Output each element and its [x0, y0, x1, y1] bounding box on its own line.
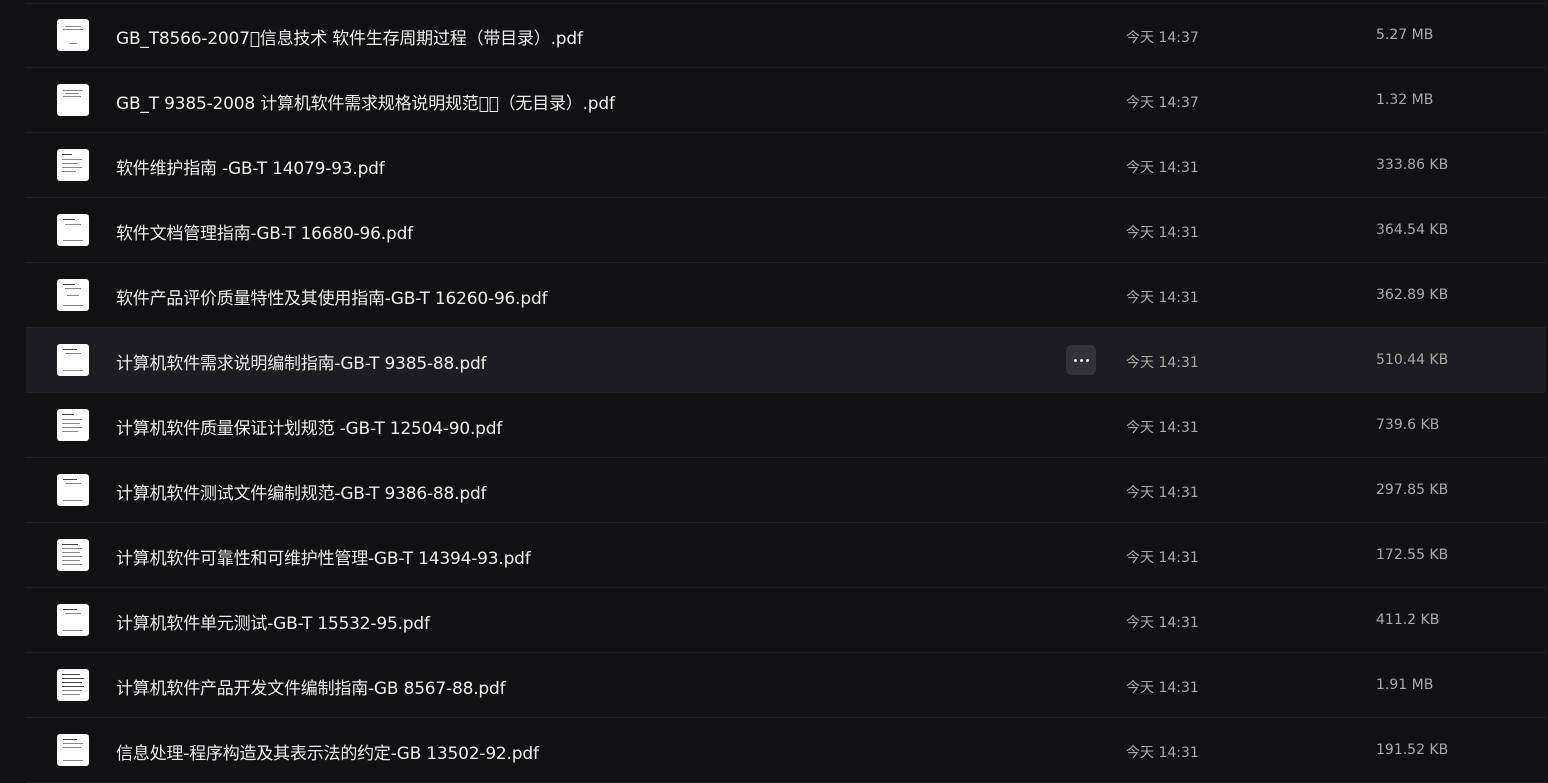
file-modified-time: 今天 14:31: [1126, 485, 1199, 501]
file-size: 5.27 MB: [1376, 27, 1434, 43]
file-size: 411.2 KB: [1376, 612, 1440, 628]
file-size: 333.86 KB: [1376, 157, 1449, 173]
file-size: 1.91 MB: [1376, 677, 1434, 693]
file-row[interactable]: 软件文档管理指南-GB-T 16680-96.pdf 今天 14:31 364.…: [26, 198, 1546, 263]
file-row[interactable]: 软件维护指南 -GB-T 14079-93.pdf 今天 14:31 333.8…: [26, 133, 1546, 198]
pdf-thumbnail-icon: [57, 19, 89, 51]
pdf-thumbnail-icon: [57, 214, 89, 246]
file-name[interactable]: 计算机软件可靠性和可维护性管理-GB-T 14394-93.pdf: [116, 544, 531, 569]
file-name[interactable]: GB_T 9385-2008 计算机软件需求规格说明规范  （无目录）.pdf: [116, 89, 615, 114]
file-modified-time: 今天 14:31: [1126, 420, 1199, 436]
file-row[interactable]: 计算机软件可靠性和可维护性管理-GB-T 14394-93.pdf 今天 14:…: [26, 523, 1546, 588]
file-name[interactable]: 计算机软件需求说明编制指南-GB-T 9385-88.pdf: [116, 349, 487, 374]
file-name[interactable]: 计算机软件质量保证计划规范 -GB-T 12504-90.pdf: [116, 414, 502, 439]
file-modified-time: 今天 14:31: [1126, 680, 1199, 696]
file-size: 364.54 KB: [1376, 222, 1449, 238]
pdf-thumbnail-icon: [57, 669, 89, 701]
file-row[interactable]: 信息处理-程序构造及其表示法的约定-GB 13502-92.pdf 今天 14:…: [26, 718, 1546, 783]
file-name[interactable]: 软件文档管理指南-GB-T 16680-96.pdf: [116, 219, 413, 244]
pdf-thumbnail-icon: [57, 84, 89, 116]
file-size: 739.6 KB: [1376, 417, 1440, 433]
file-name[interactable]: 软件维护指南 -GB-T 14079-93.pdf: [116, 154, 385, 179]
more-options-button[interactable]: [1066, 345, 1096, 375]
file-row[interactable]: 计算机软件产品开发文件编制指南-GB 8567-88.pdf 今天 14:31 …: [26, 653, 1546, 718]
file-row[interactable]: 计算机软件单元测试-GB-T 15532-95.pdf 今天 14:31 411…: [26, 588, 1546, 653]
file-modified-time: 今天 14:31: [1126, 615, 1199, 631]
pdf-thumbnail-icon: [57, 604, 89, 636]
file-size: 297.85 KB: [1376, 482, 1449, 498]
file-row[interactable]: GB_T8566-2007 信息技术 软件生存周期过程（带目录）.pdf 今天 …: [26, 3, 1546, 68]
file-modified-time: 今天 14:31: [1126, 290, 1199, 306]
pdf-thumbnail-icon: [57, 474, 89, 506]
file-size: 1.32 MB: [1376, 92, 1434, 108]
file-modified-time: 今天 14:37: [1126, 30, 1199, 46]
file-name[interactable]: 计算机软件测试文件编制规范-GB-T 9386-88.pdf: [116, 479, 487, 504]
file-size: 362.89 KB: [1376, 287, 1449, 303]
file-row[interactable]: 计算机软件质量保证计划规范 -GB-T 12504-90.pdf 今天 14:3…: [26, 393, 1546, 458]
more-horizontal-icon: [1073, 358, 1077, 362]
file-modified-time: 今天 14:31: [1126, 550, 1199, 566]
file-name[interactable]: 软件产品评价质量特性及其使用指南-GB-T 16260-96.pdf: [116, 284, 548, 309]
file-name[interactable]: GB_T8566-2007 信息技术 软件生存周期过程（带目录）.pdf: [116, 24, 583, 49]
file-size: 191.52 KB: [1376, 742, 1449, 758]
file-modified-time: 今天 14:31: [1126, 225, 1199, 241]
pdf-thumbnail-icon: [57, 409, 89, 441]
file-modified-time: 今天 14:31: [1126, 745, 1199, 761]
file-row[interactable]: 软件产品评价质量特性及其使用指南-GB-T 16260-96.pdf 今天 14…: [26, 263, 1546, 328]
file-list: GB_T8566-2007 信息技术 软件生存周期过程（带目录）.pdf 今天 …: [26, 3, 1546, 783]
pdf-thumbnail-icon: [57, 734, 89, 766]
pdf-thumbnail-icon: [57, 344, 89, 376]
file-name[interactable]: 信息处理-程序构造及其表示法的约定-GB 13502-92.pdf: [116, 739, 539, 764]
file-size: 172.55 KB: [1376, 547, 1449, 563]
file-row-hovered[interactable]: 计算机软件需求说明编制指南-GB-T 9385-88.pdf 今天 14:31 …: [26, 328, 1546, 393]
file-name[interactable]: 计算机软件产品开发文件编制指南-GB 8567-88.pdf: [116, 674, 506, 699]
file-row[interactable]: GB_T 9385-2008 计算机软件需求规格说明规范  （无目录）.pdf …: [26, 68, 1546, 133]
file-modified-time: 今天 14:31: [1126, 355, 1199, 371]
pdf-thumbnail-icon: [57, 149, 89, 181]
file-size: 510.44 KB: [1376, 352, 1449, 368]
file-row[interactable]: 计算机软件测试文件编制规范-GB-T 9386-88.pdf 今天 14:31 …: [26, 458, 1546, 523]
pdf-thumbnail-icon: [57, 279, 89, 311]
file-name[interactable]: 计算机软件单元测试-GB-T 15532-95.pdf: [116, 609, 430, 634]
pdf-thumbnail-icon: [57, 539, 89, 571]
file-modified-time: 今天 14:31: [1126, 160, 1199, 176]
file-modified-time: 今天 14:37: [1126, 95, 1199, 111]
